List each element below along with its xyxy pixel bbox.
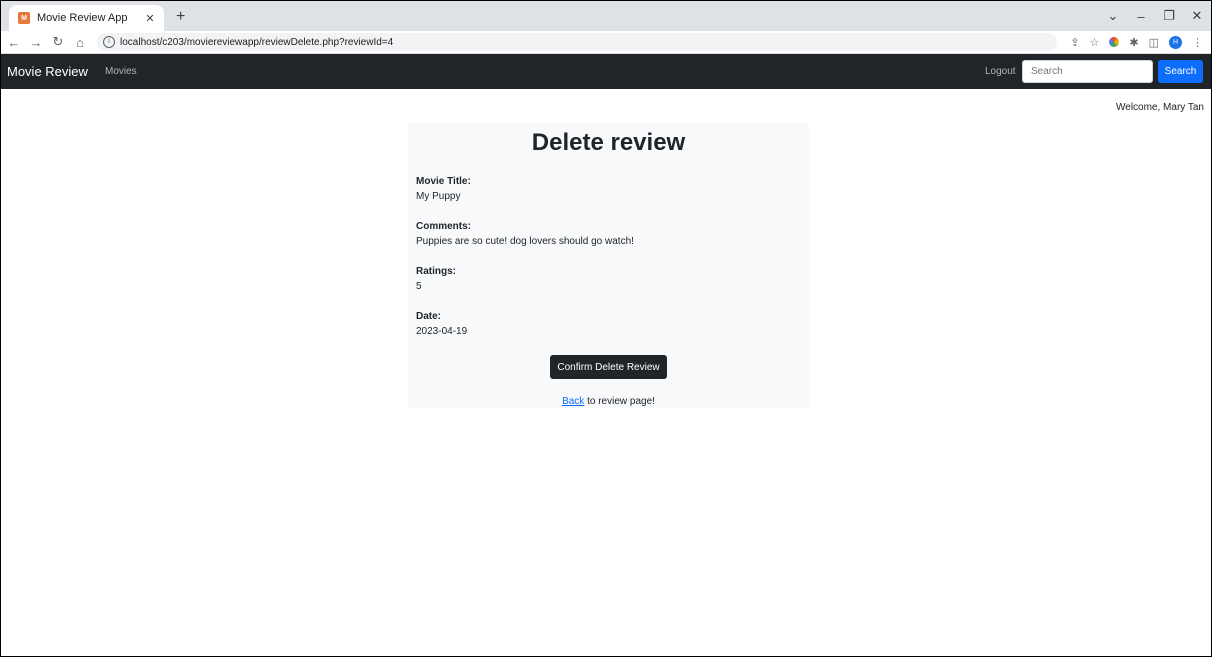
back-line: Back to review page! [408, 396, 809, 407]
ratings-value: 5 [416, 281, 422, 292]
minimize-icon[interactable]: – [1127, 9, 1155, 24]
back-link[interactable]: Back [562, 396, 584, 407]
tab-title: Movie Review App [37, 12, 128, 24]
profile-avatar-icon[interactable]: H [1169, 35, 1182, 49]
confirm-delete-button[interactable]: Confirm Delete Review [550, 355, 667, 379]
nav-movies-link[interactable]: Movies [105, 54, 137, 89]
share-icon[interactable]: ⇪ [1070, 36, 1079, 49]
back-arrow-icon[interactable]: ← [5, 35, 23, 50]
ratings-label: Ratings: [416, 266, 456, 277]
app-navbar: Movie Review Movies Logout Search [1, 54, 1211, 89]
restore-icon[interactable]: ❐ [1155, 8, 1183, 24]
navbar-brand[interactable]: Movie Review [7, 54, 88, 89]
bookmark-star-icon[interactable]: ☆ [1090, 36, 1100, 49]
home-icon[interactable]: ⌂ [71, 35, 89, 50]
welcome-message: Welcome, Mary Tan [1116, 102, 1204, 113]
reload-icon[interactable]: ↻ [49, 34, 67, 50]
extension-icons: ⇪ ☆ ✱ ◫ H ⋮ [1070, 31, 1203, 53]
extensions-puzzle-icon[interactable]: ✱ [1129, 36, 1138, 49]
url-field[interactable]: i localhost/c203/moviereviewapp/reviewDe… [97, 33, 1057, 51]
favicon-icon: M [18, 12, 30, 24]
movie-title-label: Movie Title: [416, 176, 471, 187]
new-tab-icon[interactable]: + [176, 8, 185, 26]
nav-logout-link[interactable]: Logout [985, 54, 1016, 89]
browser-window: M Movie Review App ✕ + ⌄ – ❐ ✕ ← → ↻ ⌂ i… [0, 0, 1212, 657]
color-extension-icon[interactable] [1109, 37, 1120, 47]
address-bar: ← → ↻ ⌂ i localhost/c203/moviereviewapp/… [1, 31, 1211, 54]
forward-arrow-icon[interactable]: → [27, 35, 45, 50]
comments-value: Puppies are so cute! dog lovers should g… [416, 236, 634, 247]
window-controls: ⌄ – ❐ ✕ [1099, 1, 1211, 31]
date-label: Date: [416, 311, 442, 322]
back-suffix-text: to review page! [584, 396, 655, 407]
search-input[interactable] [1022, 60, 1153, 83]
url-text: localhost/c203/moviereviewapp/reviewDele… [120, 36, 394, 48]
tab-close-icon[interactable]: ✕ [142, 12, 158, 25]
site-info-icon[interactable]: i [103, 36, 115, 48]
tab-search-icon[interactable]: ⌄ [1099, 8, 1127, 24]
comments-label: Comments: [416, 221, 472, 232]
menu-kebab-icon[interactable]: ⋮ [1192, 36, 1203, 49]
side-panel-icon[interactable]: ◫ [1149, 36, 1159, 49]
delete-review-card: Delete review Movie Title: My Puppy Comm… [408, 123, 809, 408]
window-close-icon[interactable]: ✕ [1183, 8, 1211, 24]
search-button[interactable]: Search [1158, 60, 1203, 83]
tab-strip: M Movie Review App ✕ + ⌄ – ❐ ✕ [1, 1, 1211, 31]
browser-tab[interactable]: M Movie Review App ✕ [9, 5, 164, 31]
page-title: Delete review [531, 129, 686, 156]
date-value: 2023-04-19 [416, 326, 468, 337]
movie-title-value: My Puppy [416, 191, 461, 202]
